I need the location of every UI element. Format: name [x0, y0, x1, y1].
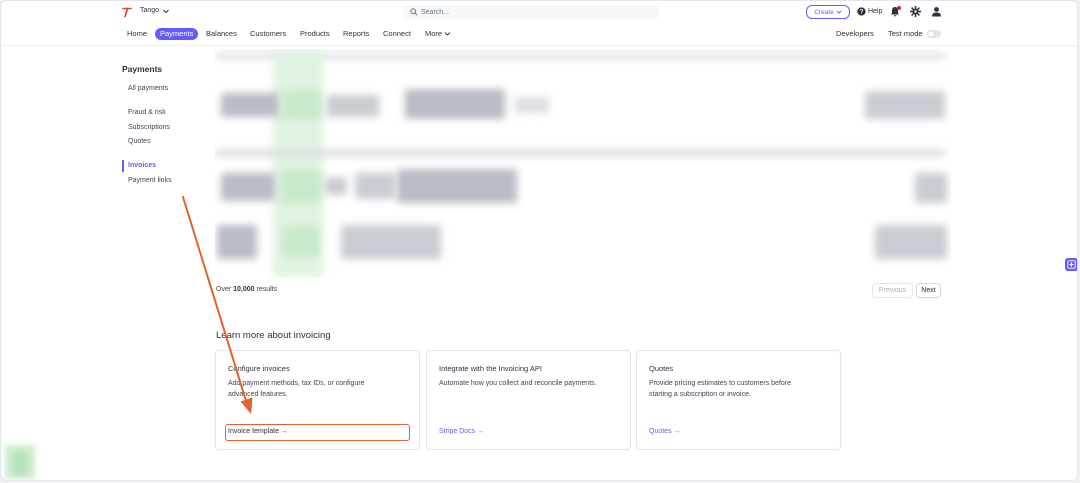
svg-text:?: ?	[860, 9, 864, 16]
card-desc-line: starting a subscription or invoice.	[649, 391, 751, 398]
user-icon[interactable]	[931, 6, 942, 17]
results-suffix: results	[256, 286, 278, 293]
app-window: Tango Create ? Help	[0, 0, 1078, 481]
chevron-down-icon	[836, 10, 842, 14]
help-label: Help	[868, 8, 883, 15]
card-description: Provide pricing estimates to customers b…	[649, 378, 791, 400]
nav-item-payments[interactable]: Payments	[155, 28, 199, 40]
create-button[interactable]: Create	[806, 5, 850, 19]
account-name[interactable]: Tango	[140, 7, 159, 14]
developers-link[interactable]: Developers	[836, 28, 874, 40]
main-nav: Home Payments Balances Customers Product…	[1, 23, 1077, 45]
card-quotes: Quotes Provide pricing estimates to cust…	[636, 350, 841, 450]
corner-blur-artifact	[1, 441, 41, 480]
chevron-down-icon	[444, 32, 451, 36]
nav-more-label: More	[425, 29, 443, 38]
search-icon	[410, 8, 418, 16]
nav-item-reports[interactable]: Reports	[343, 28, 369, 40]
test-mode-label: Test mode	[888, 29, 923, 38]
card-title: Integrate with the Invoicing API	[439, 364, 542, 373]
card-desc-line: advanced features.	[228, 391, 288, 398]
search-input[interactable]	[421, 5, 641, 19]
plus-icon	[1067, 260, 1076, 269]
sidebar-title: Payments	[122, 64, 163, 74]
floating-add-button[interactable]	[1065, 258, 1077, 271]
nav-item-home[interactable]: Home	[127, 28, 147, 40]
annotation-highlight-box	[225, 424, 410, 441]
sidebar-active-indicator	[122, 160, 124, 172]
sidebar-item-invoices[interactable]: Invoices	[128, 162, 156, 169]
card-title: Quotes	[649, 364, 674, 373]
nav-item-balances[interactable]: Balances	[206, 28, 237, 40]
chevron-down-icon[interactable]	[162, 7, 170, 15]
top-bar: Tango Create ? Help	[1, 1, 1077, 23]
sidebar-item-payment-links[interactable]: Payment links	[128, 177, 172, 184]
nav-item-products[interactable]: Products	[300, 28, 330, 40]
card-invoicing-api: Integrate with the Invoicing API Automat…	[426, 350, 631, 450]
card-desc-line: Automate how you collect and reconcile p…	[439, 380, 597, 387]
card-desc-line: Add payment methods, tax IDs, or configu…	[228, 380, 365, 387]
search-bar[interactable]	[403, 5, 659, 19]
previous-button[interactable]: Previous	[872, 283, 913, 298]
results-prefix: Over	[216, 286, 232, 293]
create-label: Create	[814, 8, 834, 16]
tango-logo-icon[interactable]	[121, 6, 133, 18]
card-desc-line: Provide pricing estimates to customers b…	[649, 380, 792, 387]
gear-icon[interactable]	[910, 6, 921, 17]
help-icon: ?	[857, 7, 866, 16]
nav-item-connect[interactable]: Connect	[383, 28, 411, 40]
quotes-link[interactable]: Quotes →	[649, 428, 681, 435]
card-description: Add payment methods, tax IDs, or configu…	[228, 378, 365, 400]
nav-divider	[1, 45, 1077, 46]
card-title: Configure invoices	[228, 364, 290, 373]
results-count: Over 10,000 results	[216, 286, 277, 293]
sidebar-item-all-payments[interactable]: All payments	[128, 85, 168, 92]
invoices-table-blurred	[215, 49, 951, 279]
stripe-docs-link[interactable]: Stripe Docs →	[439, 428, 484, 435]
notification-dot	[897, 6, 901, 10]
next-button[interactable]: Next	[916, 283, 941, 298]
learn-more-title: Learn more about invoicing	[216, 330, 331, 341]
sidebar-item-fraud-risk[interactable]: Fraud & risk	[128, 109, 166, 116]
card-description: Automate how you collect and reconcile p…	[439, 378, 597, 389]
test-mode-toggle[interactable]	[927, 30, 941, 38]
nav-item-more[interactable]: More	[425, 28, 451, 40]
results-number: 10,000	[233, 286, 255, 293]
help-button[interactable]: ? Help	[857, 7, 882, 16]
sidebar-item-quotes[interactable]: Quotes	[128, 138, 151, 145]
nav-item-customers[interactable]: Customers	[250, 28, 286, 40]
sidebar-item-subscriptions[interactable]: Subscriptions	[128, 124, 170, 131]
